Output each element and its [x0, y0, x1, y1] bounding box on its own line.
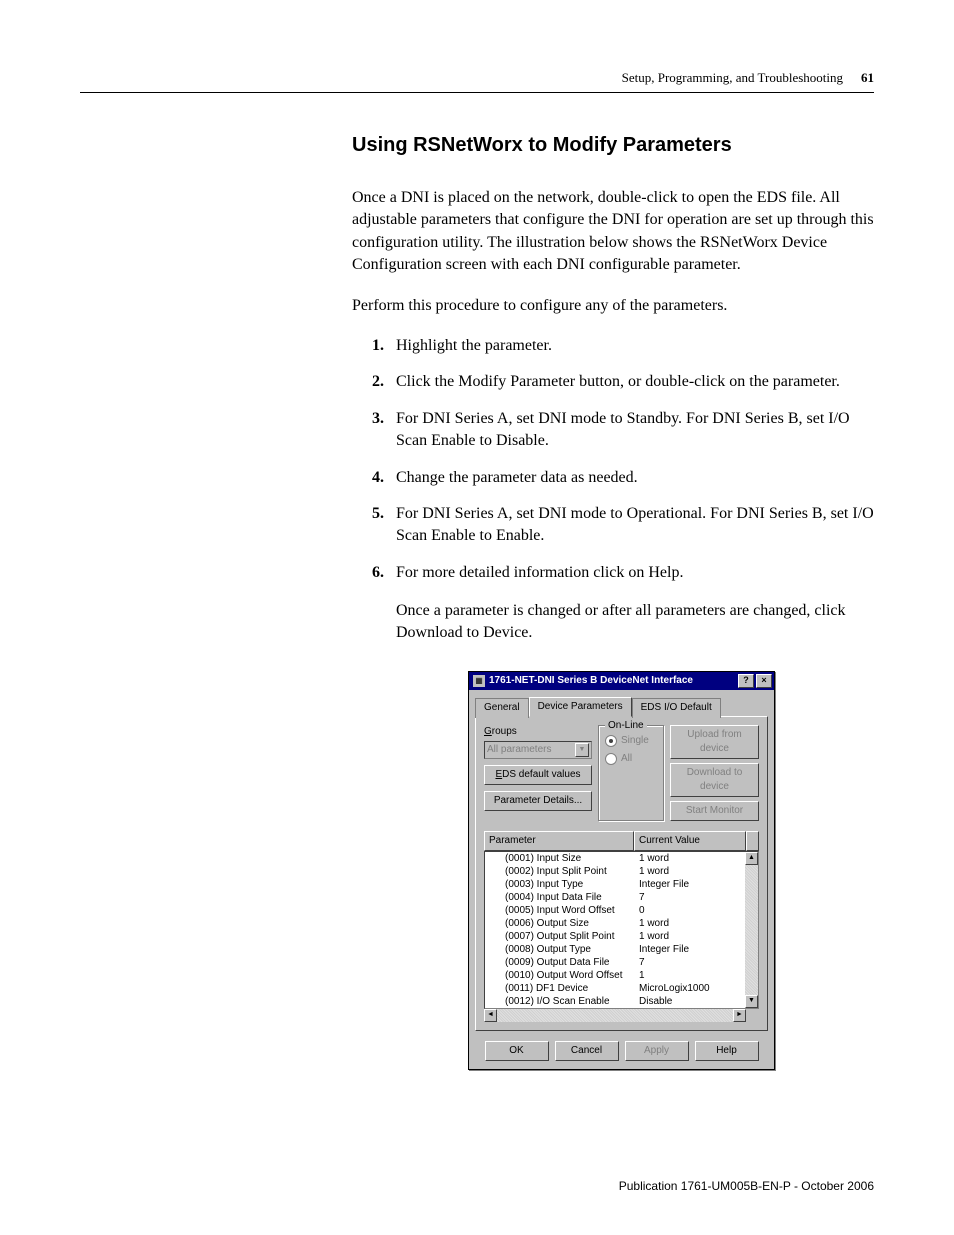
table-row[interactable]: (0006) Output Size1 word: [485, 917, 758, 930]
upload-button[interactable]: Upload from device: [670, 725, 759, 759]
intro-paragraph-1: Once a DNI is placed on the network, dou…: [352, 187, 874, 277]
apply-button[interactable]: Apply: [625, 1041, 689, 1061]
config-dialog: ▦ 1761-NET-DNI Series B DeviceNet Interf…: [468, 671, 775, 1070]
value-cell: 1 word: [635, 930, 758, 943]
table-row[interactable]: (0003) Input TypeInteger File: [485, 878, 758, 891]
param-cell: (0010) Output Word Offset: [485, 969, 635, 982]
value-cell: 0: [635, 904, 758, 917]
param-cell: (0003) Input Type: [485, 878, 635, 891]
value-cell: 7: [635, 956, 758, 969]
value-cell: 7: [635, 891, 758, 904]
app-icon: ▦: [473, 675, 485, 687]
followup-paragraph: Once a parameter is changed or after all…: [352, 600, 874, 645]
col-spacer: [746, 831, 759, 851]
scroll-right-icon[interactable]: ►: [733, 1009, 746, 1022]
scroll-corner: [746, 1009, 759, 1022]
value-cell: Integer File: [635, 878, 758, 891]
horizontal-scrollbar[interactable]: ◄ ►: [484, 1009, 759, 1022]
tab-eds-io-default[interactable]: EDS I/O Default: [632, 698, 721, 718]
tab-general[interactable]: General: [475, 698, 529, 718]
tab-device-parameters[interactable]: Device Parameters: [529, 697, 632, 717]
scroll-htrack[interactable]: [497, 1009, 733, 1022]
col-value[interactable]: Current Value: [634, 831, 746, 851]
value-cell: 1 word: [635, 917, 758, 930]
radio-single[interactable]: Single: [605, 734, 657, 748]
groups-combo-value: All parameters: [487, 743, 551, 757]
table-row[interactable]: (0004) Input Data File7: [485, 891, 758, 904]
table-row[interactable]: (0009) Output Data File7: [485, 956, 758, 969]
param-cell: (0005) Input Word Offset: [485, 904, 635, 917]
grid-header: Parameter Current Value: [484, 831, 759, 851]
scroll-up-icon[interactable]: ▲: [745, 852, 758, 865]
table-row[interactable]: (0007) Output Split Point1 word: [485, 930, 758, 943]
procedure-list: Highlight the parameter. Click the Modif…: [352, 335, 874, 584]
parameter-grid: (0001) Input Size1 word(0002) Input Spli…: [484, 851, 759, 1009]
value-cell: 1 word: [635, 865, 758, 878]
cancel-button[interactable]: Cancel: [555, 1041, 619, 1061]
radio-single-label: Single: [621, 734, 649, 748]
grid-rows: (0001) Input Size1 word(0002) Input Spli…: [485, 852, 758, 1008]
table-row[interactable]: (0002) Input Split Point1 word: [485, 865, 758, 878]
scroll-track[interactable]: [745, 865, 758, 995]
publication-footer: Publication 1761-UM005B-EN-P - October 2…: [619, 1179, 874, 1193]
tab-panel: Groups All parameters ▼ EDS default valu…: [475, 716, 768, 1031]
table-row[interactable]: (0011) DF1 DeviceMicroLogix1000: [485, 982, 758, 995]
close-icon[interactable]: ×: [756, 674, 772, 688]
download-button[interactable]: Download to device: [670, 763, 759, 797]
online-legend: On-Line: [605, 719, 647, 733]
table-row[interactable]: (0008) Output TypeInteger File: [485, 943, 758, 956]
help-button-icon[interactable]: ?: [738, 674, 754, 688]
param-cell: (0008) Output Type: [485, 943, 635, 956]
value-cell: Integer File: [635, 943, 758, 956]
step-6: For more detailed information click on H…: [372, 562, 874, 584]
dialog-title: 1761-NET-DNI Series B DeviceNet Interfac…: [489, 674, 736, 688]
ok-button[interactable]: OK: [485, 1041, 549, 1061]
step-2: Click the Modify Parameter button, or do…: [372, 371, 874, 393]
groups-combo[interactable]: All parameters ▼: [484, 741, 592, 759]
table-row[interactable]: (0010) Output Word Offset1: [485, 969, 758, 982]
chapter-title: Setup, Programming, and Troubleshooting: [622, 70, 843, 86]
titlebar: ▦ 1761-NET-DNI Series B DeviceNet Interf…: [469, 672, 774, 690]
param-cell: (0007) Output Split Point: [485, 930, 635, 943]
step-4: Change the parameter data as needed.: [372, 467, 874, 489]
online-fieldset: On-Line Single All: [598, 725, 664, 821]
chevron-down-icon: ▼: [575, 743, 589, 757]
section-heading: Using RSNetWorx to Modify Parameters: [352, 131, 874, 159]
help-button[interactable]: Help: [695, 1041, 759, 1061]
radio-icon: [605, 735, 617, 747]
radio-icon: [605, 753, 617, 765]
start-monitor-button[interactable]: Start Monitor: [670, 801, 759, 821]
col-parameter[interactable]: Parameter: [484, 831, 634, 851]
param-cell: (0012) I/O Scan Enable: [485, 995, 635, 1008]
tab-strip: General Device Parameters EDS I/O Defaul…: [475, 697, 768, 717]
scroll-down-icon[interactable]: ▼: [745, 995, 758, 1008]
value-cell: 1 word: [635, 852, 758, 865]
intro-paragraph-2: Perform this procedure to configure any …: [352, 295, 874, 317]
eds-default-button[interactable]: EDS default values: [484, 765, 592, 785]
table-row[interactable]: (0005) Input Word Offset0: [485, 904, 758, 917]
param-cell: (0002) Input Split Point: [485, 865, 635, 878]
vertical-scrollbar[interactable]: ▲ ▼: [745, 852, 758, 1008]
radio-all-label: All: [621, 752, 632, 766]
param-cell: (0001) Input Size: [485, 852, 635, 865]
radio-all[interactable]: All: [605, 752, 657, 766]
table-row[interactable]: (0001) Input Size1 word: [485, 852, 758, 865]
param-cell: (0006) Output Size: [485, 917, 635, 930]
value-cell: MicroLogix1000: [635, 982, 758, 995]
value-cell: Disable: [635, 995, 758, 1008]
step-5: For DNI Series A, set DNI mode to Operat…: [372, 503, 874, 548]
scroll-left-icon[interactable]: ◄: [484, 1009, 497, 1022]
param-cell: (0011) DF1 Device: [485, 982, 635, 995]
value-cell: 1: [635, 969, 758, 982]
parameter-details-button[interactable]: Parameter Details...: [484, 791, 592, 811]
param-cell: (0004) Input Data File: [485, 891, 635, 904]
table-row[interactable]: (0012) I/O Scan EnableDisable: [485, 995, 758, 1008]
param-cell: (0009) Output Data File: [485, 956, 635, 969]
page-number: 61: [861, 70, 874, 86]
groups-label: Groups: [484, 725, 592, 739]
step-3: For DNI Series A, set DNI mode to Standb…: [372, 408, 874, 453]
step-1: Highlight the parameter.: [372, 335, 874, 357]
